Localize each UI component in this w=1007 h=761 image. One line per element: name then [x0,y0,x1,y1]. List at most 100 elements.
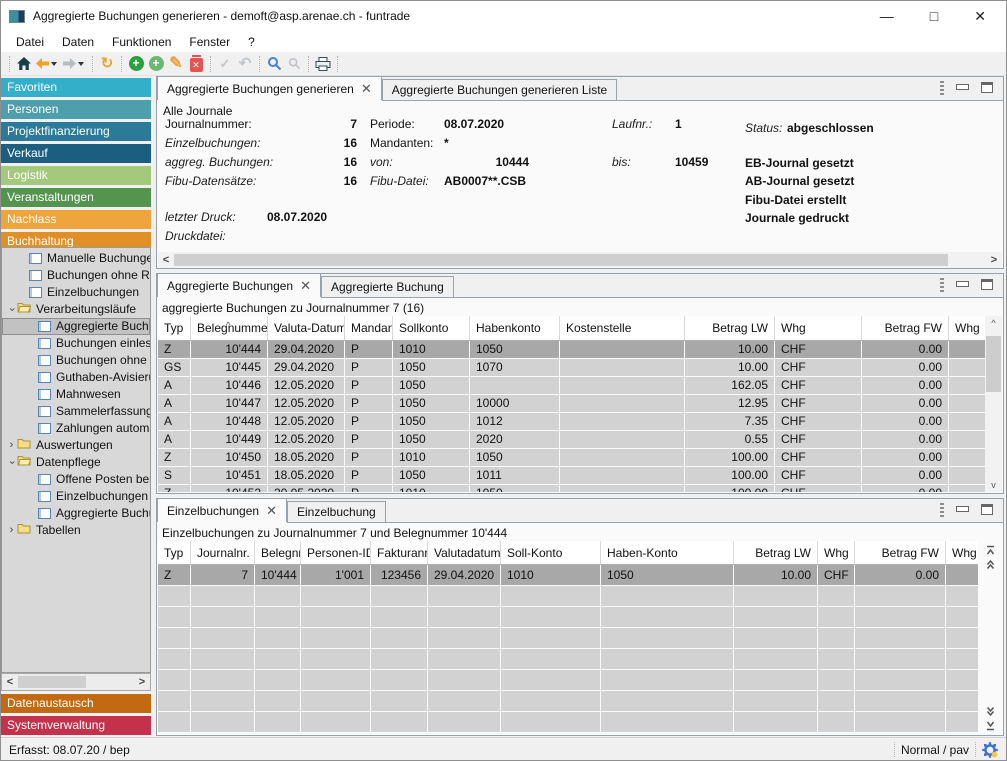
table-row[interactable] [158,628,978,649]
page-down-icon[interactable] [982,704,998,718]
table-row[interactable] [158,649,978,670]
search-icon[interactable] [264,53,284,75]
collapse-icon[interactable]: › [3,457,20,468]
sidebar-horizontal-scrollbar[interactable]: < > [1,673,151,691]
panel-minimize-icon[interactable] [956,84,969,90]
sidebar-section-projektfinanzierung[interactable]: Projektfinanzierung [1,122,151,141]
column-header-whg-8[interactable]: Whg [775,316,862,340]
tree-item-aggregierte-buchur[interactable]: Aggregierte Buchur [2,318,150,335]
table-row[interactable] [158,691,978,712]
sidebar-section-personen[interactable]: Personen [1,100,151,119]
column-header-mandant-3[interactable]: Mandant [345,316,393,340]
panel-minimize-icon[interactable] [956,281,969,287]
column-header-whg-11[interactable]: Whg [946,541,978,564]
sidebar-section-favoriten[interactable]: Favoriten [1,78,151,97]
edit-icon[interactable]: ✎ [166,53,186,75]
menu-help[interactable]: ? [239,33,264,51]
forward-dropdown-icon[interactable] [78,62,84,66]
scroll-down-icon[interactable]: v [985,478,1002,492]
table-row[interactable]: A10'44912.05.2020P105020200.55CHF0.00 [158,431,985,449]
column-header-fakturanr-4[interactable]: Fakturanr. [371,541,428,564]
tree-item-einzelbuchungen[interactable]: Einzelbuchungen [2,284,150,301]
tab-aggregierte-buchungen-generieren-liste[interactable]: Aggregierte Buchungen generieren Liste [382,79,617,100]
delete-icon[interactable]: ✕ [186,53,206,75]
table-row[interactable]: Z10'45220.05.2020P10101050100.00CHF0.00 [158,485,985,492]
column-header-belegnr-2[interactable]: Belegnr. [255,541,301,564]
table-row[interactable]: Z10'44429.04.2020P1010105010.00CHF0.00 [158,341,985,359]
scroll-left-icon[interactable]: < [158,254,174,266]
panel-minimize-icon[interactable] [956,506,969,512]
home-icon[interactable] [14,53,34,75]
panel-options-icon[interactable] [940,503,944,517]
table-row[interactable]: GS10'44529.04.2020P1050107010.00CHF0.00 [158,359,985,377]
column-header-belegnummer-1[interactable]: Belegnummer^ [191,316,268,340]
menu-daten[interactable]: Daten [53,33,103,51]
page-up-icon[interactable] [982,557,998,571]
tab-einzelbuchungen[interactable]: Einzelbuchungen ✕ [157,498,287,522]
column-header-soll-konto-6[interactable]: Soll-Konto [501,541,601,564]
column-header-personen-id-3[interactable]: Personen-ID [301,541,371,564]
window-close-button[interactable]: ✕ [974,1,986,31]
sidebar-section-logistik[interactable]: Logistik [1,166,151,185]
expand-icon[interactable]: › [6,437,17,454]
forward-icon[interactable] [61,53,88,75]
column-header-habenkonto-5[interactable]: Habenkonto [470,316,560,340]
close-tab-icon[interactable]: ✕ [300,279,311,292]
add-icon[interactable]: + [126,53,146,75]
tree-item-manuelle-buchungen[interactable]: Manuelle Buchungen [2,250,150,267]
add-alt-icon[interactable]: + [146,53,166,75]
scroll-right-icon[interactable]: > [134,676,150,688]
panel-maximize-icon[interactable] [981,82,993,93]
column-header-whg-10[interactable]: Whg [949,316,985,340]
window-maximize-button[interactable]: □ [930,1,938,31]
tree-item-aggregierte-buchur[interactable]: Aggregierte Buchur [2,505,150,522]
tree-item-offene-posten-bere[interactable]: Offene Posten bere [2,471,150,488]
column-header-journalnr-1[interactable]: Journalnr. [191,541,255,564]
tree-item-zahlungen-automat[interactable]: Zahlungen automat [2,420,150,437]
window-minimize-button[interactable]: — [880,1,894,31]
scrollbar-thumb[interactable] [18,676,86,688]
tree-item-auswertungen[interactable]: ›Auswertungen [2,437,150,454]
table-row[interactable]: A10'44612.05.2020P1050162.05CHF0.00 [158,377,985,395]
tree-item-einzelbuchungen-be[interactable]: Einzelbuchungen be [2,488,150,505]
column-header-typ-0[interactable]: Typ [158,316,191,340]
column-header-betrag-lw-8[interactable]: Betrag LW [734,541,818,564]
column-header-whg-9[interactable]: Whg [818,541,855,564]
column-header-betrag-fw-9[interactable]: Betrag FW [862,316,949,340]
scroll-first-icon[interactable] [982,543,998,557]
expand-icon[interactable]: › [6,522,17,539]
refresh-icon[interactable]: ↻ [97,53,117,75]
table-row[interactable]: Z10'45018.05.2020P10101050100.00CHF0.00 [158,449,985,467]
column-header-haben-konto-7[interactable]: Haben-Konto [601,541,734,564]
scroll-last-icon[interactable] [982,718,998,732]
column-header-betrag-lw-7[interactable]: Betrag LW [685,316,775,340]
panel-maximize-icon[interactable] [981,504,993,515]
sidebar-section-datenaustausch[interactable]: Datenaustausch [1,694,151,713]
print-icon[interactable] [313,53,333,75]
table-row[interactable]: A10'44712.05.2020P10501000012.95CHF0.00 [158,395,985,413]
table-row[interactable]: Z710'4441'00112345629.04.20201010105010.… [158,565,978,586]
tab-aggregierte-buchungen-generieren[interactable]: Aggregierte Buchungen generieren ✕ [157,76,382,100]
column-header-kostenstelle-6[interactable]: Kostenstelle [560,316,685,340]
table-row[interactable] [158,712,978,733]
tree-item-guthaben-avisierur[interactable]: Guthaben-Avisierur [2,369,150,386]
search-secondary-icon[interactable] [284,53,304,75]
gear-icon[interactable] [982,742,998,758]
tab-aggregierte-buchungen[interactable]: Aggregierte Buchungen ✕ [157,273,321,297]
column-header-sollkonto-4[interactable]: Sollkonto [393,316,470,340]
scroll-left-icon[interactable]: < [2,676,18,688]
tab-einzelbuchung[interactable]: Einzelbuchung [287,501,386,522]
confirm-icon[interactable]: ✓ [215,53,235,75]
sidebar-section-systemverwaltung[interactable]: Systemverwaltung [1,716,151,735]
menu-datei[interactable]: Datei [7,33,53,51]
tree-item-verarbeitungsl-ufe[interactable]: ›Verarbeitungsläufe [2,301,150,318]
tree-item-tabellen[interactable]: ›Tabellen [2,522,150,539]
scroll-up-icon[interactable]: ^ [985,316,1002,330]
tree-item-sammelerfassung-s[interactable]: Sammelerfassung S [2,403,150,420]
table-row[interactable] [158,670,978,691]
table-row[interactable]: S10'45118.05.2020P10501011100.00CHF0.00 [158,467,985,485]
tree-item-buchungen-ohne-refe[interactable]: Buchungen ohne Refe [2,267,150,284]
tree-item-buchungen-einlese[interactable]: Buchungen einlese [2,335,150,352]
panel-maximize-icon[interactable] [981,279,993,290]
back-dropdown-icon[interactable] [51,62,57,66]
